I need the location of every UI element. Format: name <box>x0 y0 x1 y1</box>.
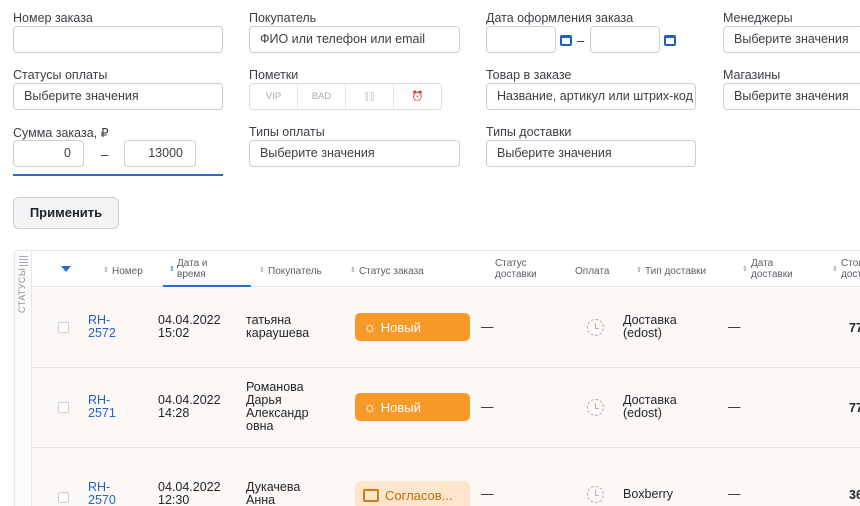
sort-icon: ⇕ <box>350 267 356 274</box>
amount-separator: – <box>101 147 109 162</box>
order-amount: 77 <box>849 401 860 415</box>
date-to-input[interactable] <box>590 26 660 53</box>
managers-select[interactable]: Выберите значения <box>723 26 860 53</box>
payment-statuses-select[interactable]: Выберите значения <box>13 83 223 110</box>
payment-statuses-label: Статусы оплаты <box>13 68 108 82</box>
tag-bad[interactable]: BAD <box>298 84 346 109</box>
sort-dropdown-icon[interactable] <box>61 266 71 272</box>
sort-icon: ⇕ <box>742 266 748 273</box>
status-badge[interactable]: ☼ Новый <box>355 393 470 421</box>
table-header: ⇕ Номер ⇕ Дата и время ⇕ Покупатель ⇕ Ст… <box>32 251 860 287</box>
row-checkbox[interactable] <box>58 492 69 503</box>
marks-label: Пометки <box>249 68 299 82</box>
tag-vip[interactable]: VIP <box>250 84 298 109</box>
delivery-date: — <box>728 320 741 334</box>
table-row[interactable]: RH- 2571 04.04.2022 14:28 Романова Дарья… <box>32 368 860 448</box>
order-buyer: татьяна караушева <box>246 313 310 340</box>
sort-icon: ⇕ <box>103 267 109 274</box>
date-separator: – <box>577 33 585 48</box>
delivery-status: — <box>481 487 494 501</box>
chat-icon <box>363 488 379 502</box>
calendar-icon[interactable] <box>664 35 676 46</box>
buyer-input[interactable]: ФИО или телефон или email <box>249 26 460 53</box>
col-delivery-type[interactable]: Тип доставки <box>645 266 706 277</box>
orders-table: СТАТУСЫ ⇕ Номер ⇕ Дата и время ⇕ Покупат… <box>14 250 860 506</box>
managers-label: Менеджеры <box>723 11 793 25</box>
product-label: Товар в заказе <box>486 68 572 82</box>
amount-min-input[interactable]: 0 <box>13 140 84 167</box>
col-delivery-status[interactable]: Статус доставки <box>495 258 537 280</box>
delivery-types-select[interactable]: Выберите значения <box>486 140 696 167</box>
buyer-label: Покупатель <box>249 11 317 25</box>
col-buyer[interactable]: Покупатель <box>268 266 322 277</box>
status-label: Новый <box>380 319 421 335</box>
order-number-link[interactable]: RH- 2571 <box>88 394 116 420</box>
sort-icon: ⇕ <box>832 266 838 273</box>
menu-icon <box>19 256 28 268</box>
marks-toggle-group: VIP BAD ⟦⟧ ⏰ <box>249 83 442 110</box>
clock-icon <box>587 486 604 503</box>
delivery-type: Доставка (edost) <box>623 393 677 420</box>
row-checkbox[interactable] <box>58 322 69 333</box>
tag-bracket-icon[interactable]: ⟦⟧ <box>346 84 394 109</box>
stores-select[interactable]: Выберите значения <box>723 83 860 110</box>
active-sort-underline <box>163 285 251 287</box>
table-row[interactable]: RH- 2570 04.04.2022 12:30 Дукачева Анна … <box>32 448 860 506</box>
delivery-types-label: Типы доставки <box>486 125 572 139</box>
order-number-link[interactable]: RH- 2570 <box>88 481 116 506</box>
status-badge[interactable]: Согласов... <box>355 481 470 506</box>
statuses-sidebar-label: СТАТУСЫ <box>17 267 27 313</box>
order-number-label: Номер заказа <box>13 11 93 25</box>
statuses-sidebar[interactable]: СТАТУСЫ <box>15 251 32 506</box>
amount-range-slider[interactable] <box>13 174 223 176</box>
delivery-type: Boxberry <box>623 487 674 501</box>
apply-button[interactable]: Применить <box>13 197 119 229</box>
col-number[interactable]: Номер <box>112 266 143 277</box>
col-datetime[interactable]: Дата и время <box>177 258 208 280</box>
sort-icon: ⇕ <box>259 267 265 274</box>
order-amount: 36 <box>849 488 860 502</box>
amount-max-input[interactable]: 13000 <box>124 140 196 167</box>
status-badge[interactable]: ☼ Новый <box>355 313 470 341</box>
sort-icon: ⇕ <box>636 267 642 274</box>
status-label: Согласов... <box>385 487 453 503</box>
order-buyer: Дукачева Анна <box>246 480 301 506</box>
date-from-input[interactable] <box>486 26 556 53</box>
order-amount: 77 <box>849 321 860 335</box>
order-date-label: Дата оформления заказа <box>486 11 634 25</box>
delivery-date: — <box>728 400 741 414</box>
sort-icon: ⇕ <box>169 266 175 273</box>
alarm-icon[interactable]: ⏰ <box>394 84 441 109</box>
payment-types-select[interactable]: Выберите значения <box>249 140 460 167</box>
order-number-input[interactable] <box>13 26 223 53</box>
clock-icon <box>587 399 604 416</box>
delivery-date: — <box>728 487 741 501</box>
stores-label: Магазины <box>723 68 781 82</box>
delivery-status: — <box>481 320 494 334</box>
order-number-link[interactable]: RH- 2572 <box>88 314 116 340</box>
col-delivery-cost[interactable]: Стоимо доста <box>841 258 860 280</box>
payment-types-label: Типы оплаты <box>249 125 325 139</box>
calendar-icon[interactable] <box>560 35 572 46</box>
col-payment[interactable]: Оплата <box>575 266 609 277</box>
status-label: Новый <box>380 399 421 415</box>
delivery-status: — <box>481 400 494 414</box>
amount-label: Сумма заказа, ₽ <box>13 126 109 140</box>
table-row[interactable]: RH- 2572 04.04.2022 15:02 татьяна карауш… <box>32 288 860 368</box>
order-datetime: 04.04.2022 15:02 <box>158 313 221 340</box>
delivery-type: Доставка (edost) <box>623 313 677 340</box>
order-buyer: Романова Дарья Александр овна <box>246 380 309 433</box>
order-datetime: 04.04.2022 14:28 <box>158 393 221 420</box>
sun-icon: ☼ <box>363 398 377 416</box>
col-status[interactable]: Статус заказа <box>359 266 424 277</box>
order-datetime: 04.04.2022 12:30 <box>158 480 221 506</box>
row-checkbox[interactable] <box>58 402 69 413</box>
col-delivery-date[interactable]: Дата доставки <box>751 258 793 280</box>
clock-icon <box>587 319 604 336</box>
sun-icon: ☼ <box>363 318 377 336</box>
product-input[interactable]: Название, артикул или штрих-код <box>486 83 696 110</box>
